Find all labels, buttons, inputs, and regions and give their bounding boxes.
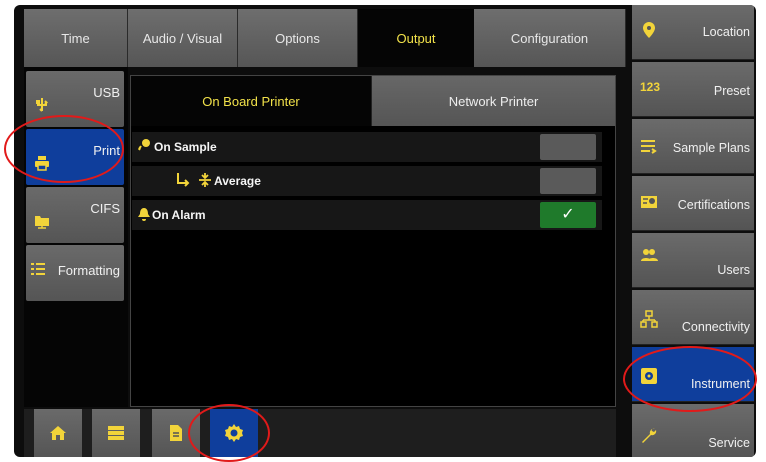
average-label: Average xyxy=(214,174,261,188)
service-label: Service xyxy=(708,436,750,450)
location-label: Location xyxy=(702,25,750,39)
on-alarm-checkbox[interactable]: ✓ xyxy=(540,202,596,228)
certifications-label: Certifications xyxy=(677,198,750,212)
tab-audio-visual[interactable]: Audio / Visual xyxy=(128,9,238,67)
home-icon xyxy=(50,426,66,440)
location-pin-icon xyxy=(643,22,655,38)
menu-print-label: Print xyxy=(93,143,120,158)
sample-icon xyxy=(138,139,150,151)
list-button[interactable] xyxy=(92,409,140,457)
menu-print[interactable]: Print xyxy=(26,129,124,185)
tab-label: Audio / Visual xyxy=(142,30,223,46)
bottom-bar xyxy=(24,409,616,457)
menu-formatting-label: Formatting xyxy=(57,263,120,278)
tab-label: Configuration xyxy=(510,30,589,46)
row-on-sample: On Sample xyxy=(132,132,602,163)
subtab-network-printer[interactable]: Network Printer xyxy=(371,76,615,126)
home-button[interactable] xyxy=(34,409,82,457)
preset-label: Preset xyxy=(713,84,750,98)
row-on-alarm: On Alarm ✓ xyxy=(132,200,602,231)
menu-connectivity[interactable]: Connectivity xyxy=(632,290,754,345)
on-alarm-label: On Alarm xyxy=(152,208,206,222)
menu-preset[interactable]: 123 Preset xyxy=(632,62,754,117)
average-icon xyxy=(199,173,211,187)
on-sample-label: On Sample xyxy=(154,140,217,154)
subtab-label: Network Printer xyxy=(448,93,539,109)
instrument-icon xyxy=(641,368,657,384)
wrench-icon xyxy=(642,428,657,443)
document-icon xyxy=(170,425,182,441)
printer-icon xyxy=(35,156,49,171)
tab-label: Output xyxy=(396,30,436,46)
menu-usb[interactable]: USB xyxy=(26,71,124,127)
tab-options[interactable]: Options xyxy=(238,9,358,67)
checkmark-icon: ✓ xyxy=(561,206,575,223)
sample-plans-label: Sample Plans xyxy=(672,141,750,155)
output-content: On Board Printer Network Printer On Samp… xyxy=(130,75,616,407)
on-sample-checkbox[interactable] xyxy=(540,134,596,160)
menu-service[interactable]: Service xyxy=(632,404,754,457)
network-icon xyxy=(640,310,658,328)
average-checkbox[interactable] xyxy=(540,168,596,194)
instrument-label: Instrument xyxy=(690,377,750,391)
usb-icon xyxy=(36,98,48,112)
menu-instrument[interactable]: Instrument xyxy=(632,347,754,402)
list-icon xyxy=(108,426,124,440)
certificate-icon xyxy=(641,196,657,208)
menu-formatting[interactable]: Formatting xyxy=(26,245,124,301)
row-average: Average xyxy=(132,166,602,197)
subtab-on-board-printer[interactable]: On Board Printer xyxy=(131,76,371,126)
settings-gear-icon xyxy=(225,424,243,442)
menu-cifs[interactable]: CIFS xyxy=(26,187,124,243)
menu-usb-label: USB xyxy=(93,85,120,100)
device-screen: Time Audio / Visual Options Output Confi… xyxy=(14,5,756,457)
tab-label: Options xyxy=(275,30,320,46)
menu-sample-plans[interactable]: Sample Plans xyxy=(632,119,754,174)
users-label: Users xyxy=(717,263,750,277)
tab-configuration[interactable]: Configuration xyxy=(474,9,626,67)
menu-users[interactable]: Users xyxy=(632,233,754,288)
indent-arrow-icon xyxy=(177,173,190,187)
subtab-label: On Board Printer xyxy=(202,93,300,109)
tab-output[interactable]: Output xyxy=(358,9,474,67)
document-button[interactable] xyxy=(152,409,200,457)
preset-123-icon: 123 xyxy=(640,80,661,94)
connectivity-label: Connectivity xyxy=(681,320,750,334)
list-format-icon xyxy=(31,263,45,275)
tab-label: Time xyxy=(61,30,90,46)
menu-cifs-label: CIFS xyxy=(90,201,120,216)
sample-plans-icon xyxy=(641,140,657,154)
settings-button[interactable] xyxy=(210,409,258,457)
tab-time[interactable]: Time xyxy=(24,9,128,67)
users-icon xyxy=(641,249,658,261)
menu-certifications[interactable]: Certifications xyxy=(632,176,754,231)
menu-location[interactable]: Location xyxy=(632,5,754,60)
network-folder-icon xyxy=(35,216,49,229)
alarm-bell-icon xyxy=(138,208,150,221)
